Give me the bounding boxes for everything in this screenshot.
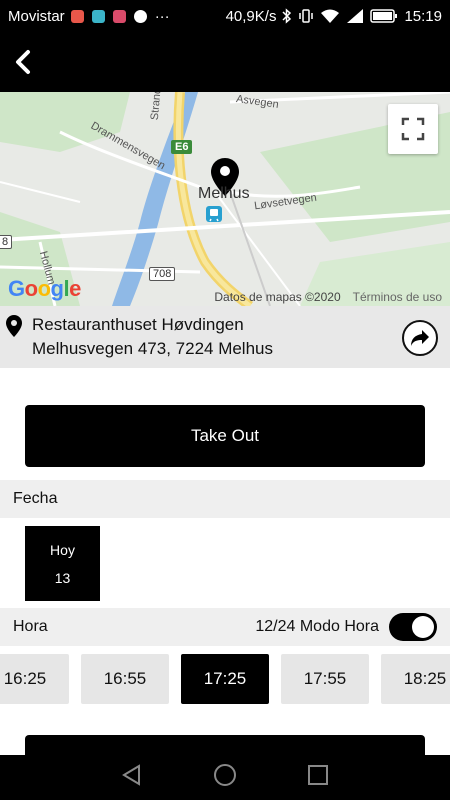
order-form: Take Out Fecha Hoy 13 Hora 12/24 Modo Ho… [0, 368, 450, 755]
road-badge-708: 708 [149, 267, 176, 281]
circle-home-icon [214, 764, 236, 786]
square-recents-icon [308, 765, 328, 785]
time-mode-label: 12/24 Modo Hora [255, 618, 379, 635]
app-bar [0, 32, 450, 92]
time-slot[interactable]: 17:55 [281, 654, 369, 704]
restaurant-address-bar: Restauranthuset Høvdingen Melhusvegen 47… [0, 306, 450, 368]
clock: 15:19 [404, 7, 442, 25]
status-bar: Movistar ··· 40,9K/s 15:19 [0, 0, 450, 32]
date-day-label: Hoy [50, 541, 75, 558]
wifi-icon [321, 9, 340, 23]
google-logo: Google [8, 276, 81, 301]
system-nav-bar [0, 755, 450, 800]
fullscreen-icon [401, 117, 425, 141]
date-section-header: Fecha [0, 480, 450, 518]
network-speed: 40,9K/s [225, 7, 277, 25]
location-pin-icon [6, 315, 22, 337]
back-button[interactable] [12, 48, 36, 76]
time-slot[interactable]: 16:55 [81, 654, 169, 704]
carrier-name: Movistar [8, 7, 65, 25]
triangle-back-icon [122, 764, 140, 786]
date-section-label: Fecha [13, 490, 58, 507]
map-attribution: Datos de mapas ©2020 Términos de uso [214, 290, 442, 304]
take-out-button[interactable]: Take Out [25, 405, 425, 467]
restaurant-address: Melhusvegen 473, 7224 Melhus [32, 339, 273, 358]
app-notification-icon [70, 9, 84, 23]
map-data-credit: Datos de mapas ©2020 [214, 290, 341, 304]
time-section-label: Hora [13, 618, 48, 635]
map-view[interactable]: Asvegen Drammensvegen Løvsetvegen Hollum… [0, 92, 450, 306]
time-section-header: Hora 12/24 Modo Hora [0, 608, 450, 646]
nav-home-button[interactable] [213, 763, 237, 792]
chrome-icon [133, 9, 147, 23]
signal-icon [347, 9, 364, 23]
date-option-today[interactable]: Hoy 13 [25, 526, 100, 601]
restaurant-name: Restauranthuset Høvdingen [32, 315, 244, 334]
terms-of-use-link[interactable]: Términos de uso [353, 290, 442, 304]
train-station-icon [206, 206, 222, 222]
battery-icon [370, 9, 398, 23]
nav-recents-button[interactable] [307, 764, 329, 791]
toggle-knob [412, 616, 434, 638]
bluetooth-icon [282, 8, 292, 24]
time-mode-control: 12/24 Modo Hora [255, 613, 437, 641]
share-arrow-icon [411, 330, 429, 346]
vibrate-icon [299, 9, 314, 23]
nav-back-button[interactable] [121, 764, 143, 791]
directions-button[interactable] [402, 320, 438, 356]
fullscreen-button[interactable] [388, 104, 438, 154]
continue-button[interactable] [25, 735, 425, 755]
chevron-left-icon [16, 50, 30, 74]
road-badge-e6: E6 [171, 140, 193, 154]
map-place-label: Melhus [198, 185, 250, 202]
time-slot-selected[interactable]: 17:25 [181, 654, 269, 704]
time-mode-toggle[interactable] [389, 613, 437, 641]
app-notification-icon [91, 9, 105, 23]
date-day-number: 13 [54, 569, 71, 586]
time-slot[interactable]: 16:25 [0, 654, 69, 704]
time-slot[interactable]: 18:25 [381, 654, 450, 704]
more-notifications-icon: ··· [154, 7, 170, 25]
app-notification-icon [112, 9, 126, 23]
road-badge-8: 8 [0, 235, 13, 249]
